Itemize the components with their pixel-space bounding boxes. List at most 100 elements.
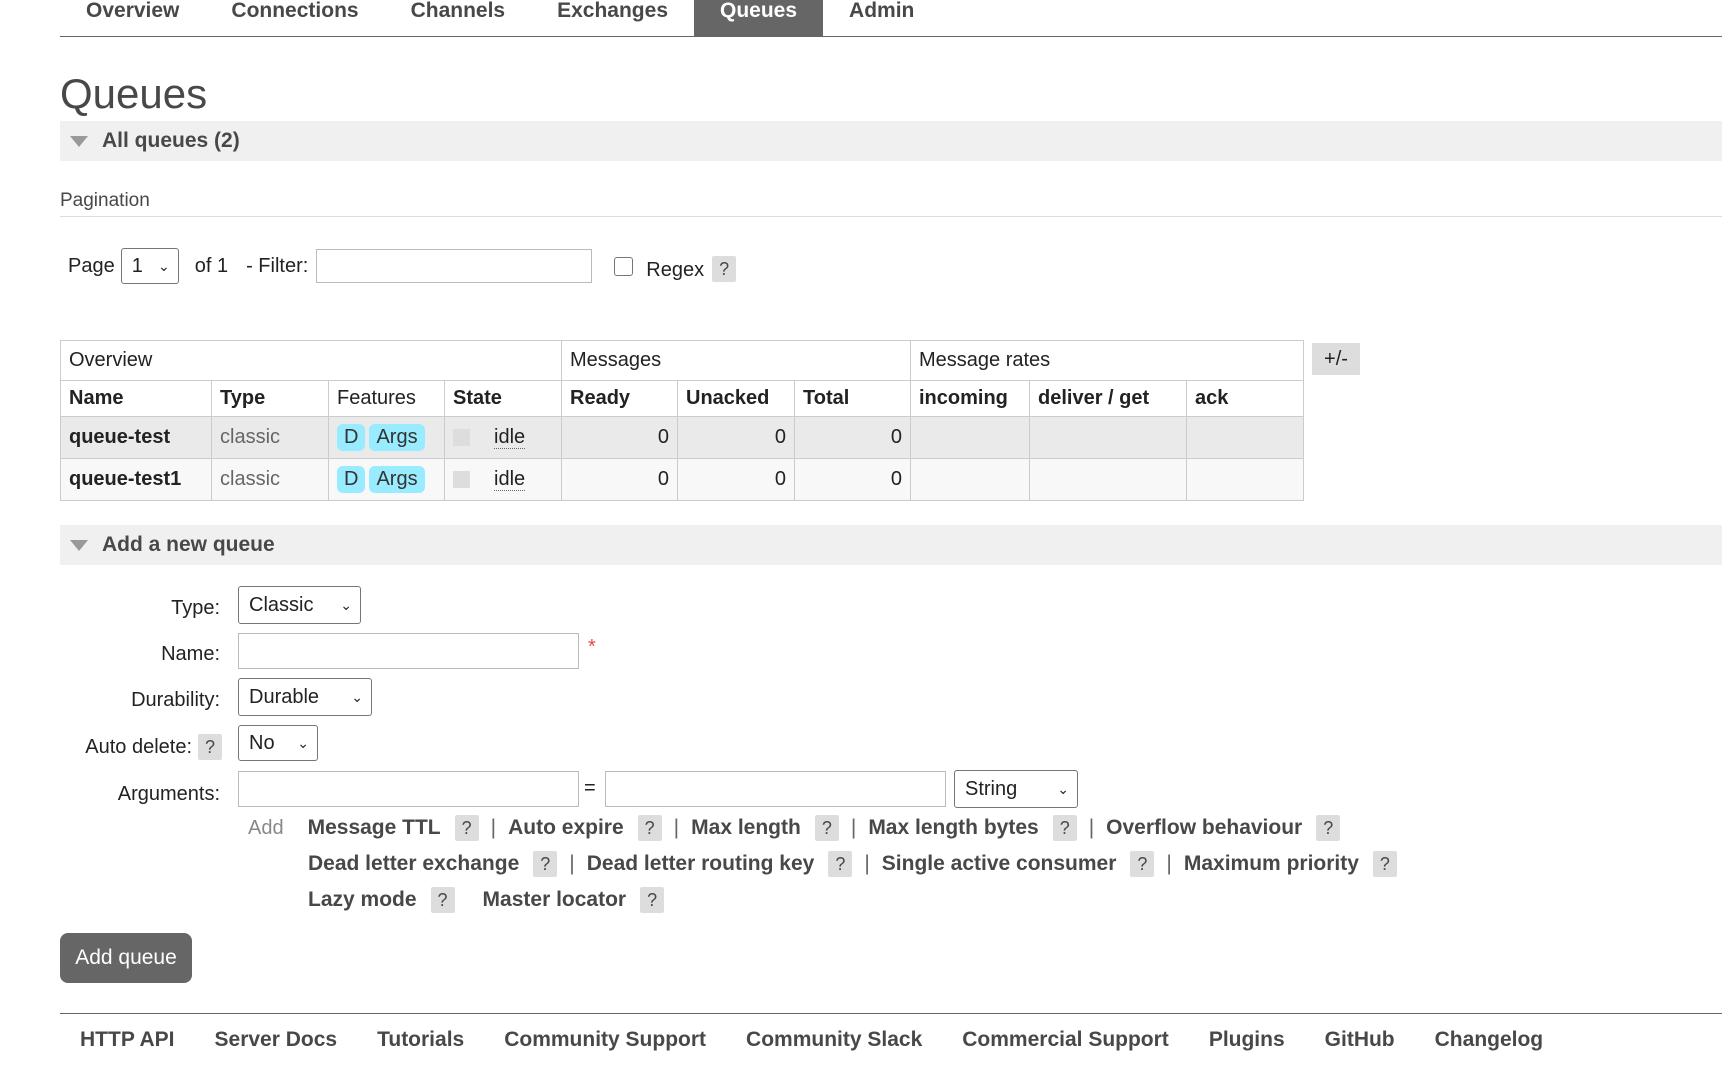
queue-name-input[interactable] bbox=[238, 633, 579, 669]
col-unacked[interactable]: Unacked bbox=[677, 380, 795, 417]
footer-http-api[interactable]: HTTP API bbox=[80, 1028, 175, 1052]
argument-key-input[interactable] bbox=[238, 771, 579, 807]
arguments-label: Arguments: bbox=[117, 783, 220, 805]
help-icon[interactable]: ? bbox=[828, 851, 853, 877]
queue-state: idle bbox=[444, 416, 562, 459]
arg-overflow-behaviour[interactable]: Overflow behaviour bbox=[1106, 816, 1302, 839]
filter-input[interactable] bbox=[316, 249, 593, 283]
chevron-down-icon: ⌄ bbox=[351, 688, 363, 705]
durability-label: Durability: bbox=[131, 689, 220, 711]
group-messages: Messages bbox=[561, 340, 911, 381]
col-type[interactable]: Type bbox=[211, 380, 329, 417]
footer-plugins[interactable]: Plugins bbox=[1209, 1028, 1285, 1052]
arg-auto-expire[interactable]: Auto expire bbox=[508, 816, 624, 839]
queue-name-link[interactable]: queue-test bbox=[60, 416, 212, 459]
queue-name-link[interactable]: queue-test1 bbox=[60, 458, 212, 501]
table-row[interactable]: queue-test1 classic D Args idle 0 0 0 bbox=[60, 458, 1304, 501]
arg-master-locator[interactable]: Master locator bbox=[483, 888, 627, 911]
arg-dead-letter-exchange[interactable]: Dead letter exchange bbox=[308, 852, 519, 875]
col-ack[interactable]: ack bbox=[1186, 380, 1304, 417]
columns-toggle-button[interactable]: +/- bbox=[1312, 343, 1360, 375]
nav-admin[interactable]: Admin bbox=[823, 0, 940, 36]
chevron-down-icon: ⌄ bbox=[1057, 780, 1069, 797]
chevron-down-icon: ⌄ bbox=[340, 596, 352, 613]
arg-message-ttl[interactable]: Message TTL bbox=[308, 816, 441, 839]
col-total[interactable]: Total bbox=[794, 380, 911, 417]
required-marker: * bbox=[588, 636, 596, 658]
chevron-down-icon: ⌄ bbox=[157, 257, 170, 274]
help-icon[interactable]: ? bbox=[1372, 851, 1397, 877]
col-name[interactable]: Name bbox=[60, 380, 212, 417]
type-select[interactable]: Classic ⌄ bbox=[238, 586, 361, 624]
table-row[interactable]: queue-test classic D Args idle 0 0 0 bbox=[60, 416, 1304, 459]
auto-delete-help-icon[interactable]: ? bbox=[198, 734, 223, 760]
col-deliver-get[interactable]: deliver / get bbox=[1029, 380, 1187, 417]
pagination-controls: Page 1 ⌄ of 1 - Filter: Regex ? bbox=[68, 248, 737, 284]
footer-community-slack[interactable]: Community Slack bbox=[746, 1028, 922, 1052]
page-select[interactable]: 1 ⌄ bbox=[120, 248, 179, 284]
arg-single-active-consumer[interactable]: Single active consumer bbox=[882, 852, 1117, 875]
state-text: idle bbox=[494, 468, 526, 491]
nav-queues[interactable]: Queues bbox=[694, 0, 824, 36]
footer-community-support[interactable]: Community Support bbox=[504, 1028, 706, 1052]
durability-select[interactable]: Durable ⌄ bbox=[238, 678, 372, 716]
arg-lazy-mode[interactable]: Lazy mode bbox=[308, 888, 417, 911]
help-icon[interactable]: ? bbox=[1130, 851, 1155, 877]
help-icon[interactable]: ? bbox=[1316, 815, 1341, 841]
queue-features: D Args bbox=[328, 416, 445, 459]
arg-maximum-priority[interactable]: Maximum priority bbox=[1184, 852, 1359, 875]
nav-overview[interactable]: Overview bbox=[60, 0, 205, 36]
argument-type-select[interactable]: String ⌄ bbox=[954, 770, 1078, 808]
footer-server-docs[interactable]: Server Docs bbox=[215, 1028, 338, 1052]
table-column-header: Name Type Features State Ready Unacked T… bbox=[60, 380, 1304, 417]
durable-badge: D bbox=[337, 424, 366, 451]
col-ready[interactable]: Ready bbox=[561, 380, 678, 417]
queue-incoming bbox=[910, 416, 1030, 459]
regex-checkbox[interactable] bbox=[614, 256, 634, 276]
queue-ack bbox=[1186, 458, 1304, 501]
name-label: Name: bbox=[161, 643, 220, 665]
arg-max-length[interactable]: Max length bbox=[691, 816, 801, 839]
group-overview: Overview bbox=[60, 340, 562, 381]
help-icon[interactable]: ? bbox=[637, 815, 662, 841]
all-queues-toggle[interactable]: All queues (2) bbox=[60, 121, 1722, 161]
footer-github[interactable]: GitHub bbox=[1325, 1028, 1395, 1052]
add-label: Add bbox=[248, 817, 284, 839]
queue-ack bbox=[1186, 416, 1304, 459]
argument-value-input[interactable] bbox=[605, 771, 946, 807]
separator: | bbox=[1088, 816, 1095, 839]
help-icon[interactable]: ? bbox=[640, 887, 665, 913]
page-title: Queues bbox=[60, 70, 208, 117]
help-icon[interactable]: ? bbox=[1052, 815, 1077, 841]
arg-dead-letter-routing-key[interactable]: Dead letter routing key bbox=[587, 852, 815, 875]
of-pages-label: of 1 bbox=[194, 254, 229, 277]
durable-badge: D bbox=[337, 466, 366, 493]
add-queue-toggle[interactable]: Add a new queue bbox=[60, 525, 1722, 565]
separator: | bbox=[569, 852, 575, 875]
help-icon[interactable]: ? bbox=[814, 815, 839, 841]
nav-exchanges[interactable]: Exchanges bbox=[531, 0, 694, 36]
col-state[interactable]: State bbox=[444, 380, 562, 417]
col-incoming[interactable]: incoming bbox=[910, 380, 1030, 417]
page-label: Page bbox=[68, 254, 115, 277]
collapse-triangle-icon bbox=[70, 135, 88, 147]
footer-changelog[interactable]: Changelog bbox=[1435, 1028, 1544, 1052]
footer-commercial-support[interactable]: Commercial Support bbox=[962, 1028, 1169, 1052]
regex-help-icon[interactable]: ? bbox=[712, 256, 737, 282]
queue-incoming bbox=[910, 458, 1030, 501]
separator: | bbox=[490, 816, 497, 839]
queue-ready: 0 bbox=[561, 416, 678, 459]
group-message-rates: Message rates bbox=[910, 340, 1304, 381]
arg-max-length-bytes[interactable]: Max length bytes bbox=[868, 816, 1038, 839]
footer-tutorials[interactable]: Tutorials bbox=[377, 1028, 464, 1052]
help-icon[interactable]: ? bbox=[454, 815, 479, 841]
help-icon[interactable]: ? bbox=[430, 887, 455, 913]
nav-channels[interactable]: Channels bbox=[385, 0, 532, 36]
args-badge: Args bbox=[369, 424, 425, 451]
auto-delete-select[interactable]: No ⌄ bbox=[238, 725, 318, 761]
nav-connections[interactable]: Connections bbox=[205, 0, 384, 36]
add-queue-button[interactable]: Add queue bbox=[60, 933, 192, 983]
help-icon[interactable]: ? bbox=[533, 851, 558, 877]
queue-type: classic bbox=[211, 458, 329, 501]
separator: | bbox=[1166, 852, 1172, 875]
